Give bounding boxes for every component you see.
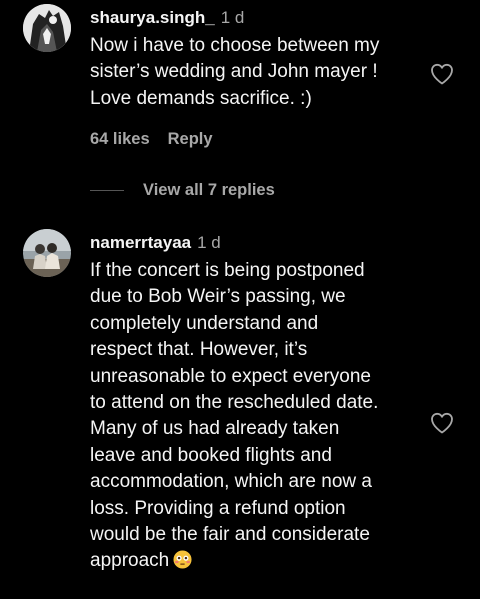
profile-photo-icon — [23, 229, 71, 277]
avatar[interactable] — [23, 229, 71, 277]
username[interactable]: shaurya.singh_ — [90, 8, 215, 27]
comment-header: shaurya.singh_ 1 d — [90, 7, 244, 29]
comment-text-line: Love demands sacrifice. :) — [90, 87, 312, 109]
timestamp: 1 d — [220, 8, 245, 27]
comment-text-line: due to Bob Weir’s passing, we — [90, 286, 346, 308]
comment-item: shaurya.singh_ 1 d Now i have to choose b… — [0, 0, 480, 215]
heart-outline-icon[interactable] — [430, 412, 454, 434]
view-replies-button[interactable]: View all 7 replies — [143, 181, 275, 200]
username[interactable]: namerrtayaa — [90, 233, 191, 252]
comment-text-line: If the concert is being postponed — [90, 260, 365, 281]
comment-text-line: sister’s wedding and John mayer ! — [90, 61, 378, 83]
comment-text-line: leave and booked flights and — [90, 444, 332, 466]
replies-divider — [90, 190, 124, 191]
comment-text-line: to attend on the rescheduled date. — [90, 392, 379, 414]
profile-photo-icon — [23, 4, 71, 52]
flushed-face-emoji-icon — [173, 550, 192, 569]
comment-text-line: completely understand and — [90, 312, 319, 334]
comment-text-line: accommodation, which are now a — [90, 471, 372, 493]
comment-text: Now i have to choose between my sister’s… — [90, 33, 425, 112]
comment-text-line: Now i have to choose between my — [90, 35, 380, 56]
comment-text-line: unreasonable to expect everyone — [90, 365, 371, 387]
comment-actions: 64 likes Reply — [90, 130, 213, 149]
comment-item: namerrtayaa 1 d If the concert is being p… — [0, 222, 480, 599]
comment-text-line: would be the fair and considerate — [90, 524, 370, 546]
comment-text-line: respect that. However, it’s — [90, 339, 308, 361]
timestamp: 1 d — [197, 233, 221, 252]
heart-outline-icon[interactable] — [430, 63, 454, 85]
comment-text: If the concert is being postponed due to… — [90, 258, 425, 575]
comment-text-line-last: approach — [90, 548, 425, 574]
comment-text-line: Many of us had already taken — [90, 418, 340, 440]
comment-text-line: loss. Providing a refund option — [90, 497, 346, 519]
likes-count[interactable]: 64 likes — [90, 130, 150, 148]
comment-header: namerrtayaa 1 d — [90, 232, 221, 254]
avatar[interactable] — [23, 4, 71, 52]
reply-button[interactable]: Reply — [168, 130, 213, 148]
comment-text-line: approach — [90, 550, 170, 572]
